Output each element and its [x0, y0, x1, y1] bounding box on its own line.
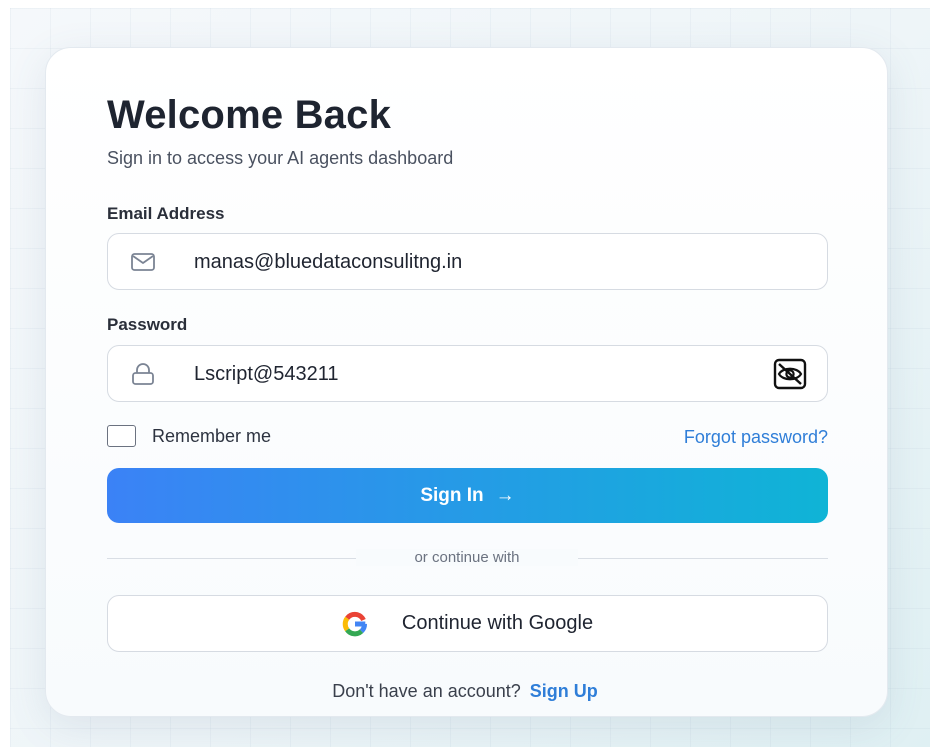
mail-icon — [130, 250, 156, 274]
arrow-right-icon: → — [495, 484, 515, 506]
password-field[interactable]: Lscript@543211 — [107, 345, 828, 402]
google-icon — [342, 611, 368, 637]
sign-up-link[interactable]: Sign Up — [530, 681, 598, 701]
google-signin-label: Continue with Google — [401, 612, 594, 634]
signup-prompt: Don't have an account? Sign Up — [0, 681, 930, 702]
email-value: manas@bluedataconsulitng.in — [194, 251, 463, 273]
email-label: Email Address — [107, 204, 225, 223]
page-subtitle: Sign in to access your AI agents dashboa… — [107, 148, 454, 168]
forgot-password-link[interactable]: Forgot password? — [684, 427, 828, 448]
remember-checkbox[interactable] — [107, 425, 136, 447]
page-title: Welcome Back — [107, 93, 392, 137]
signup-prompt-text: Don't have an account? — [332, 681, 521, 701]
sign-in-button[interactable]: Sign In → — [107, 468, 828, 523]
password-value: Lscript@543211 — [194, 363, 339, 385]
remember-me[interactable]: Remember me — [107, 425, 271, 447]
divider-text: or continue with — [356, 549, 578, 566]
lock-icon — [130, 362, 156, 386]
remember-label: Remember me — [152, 425, 272, 446]
eye-off-icon[interactable] — [773, 358, 807, 390]
email-field[interactable]: manas@bluedataconsulitng.in — [107, 233, 828, 290]
sign-in-label: Sign In — [420, 484, 484, 506]
password-label: Password — [107, 315, 188, 334]
google-signin-button[interactable]: Continue with Google — [107, 595, 828, 652]
